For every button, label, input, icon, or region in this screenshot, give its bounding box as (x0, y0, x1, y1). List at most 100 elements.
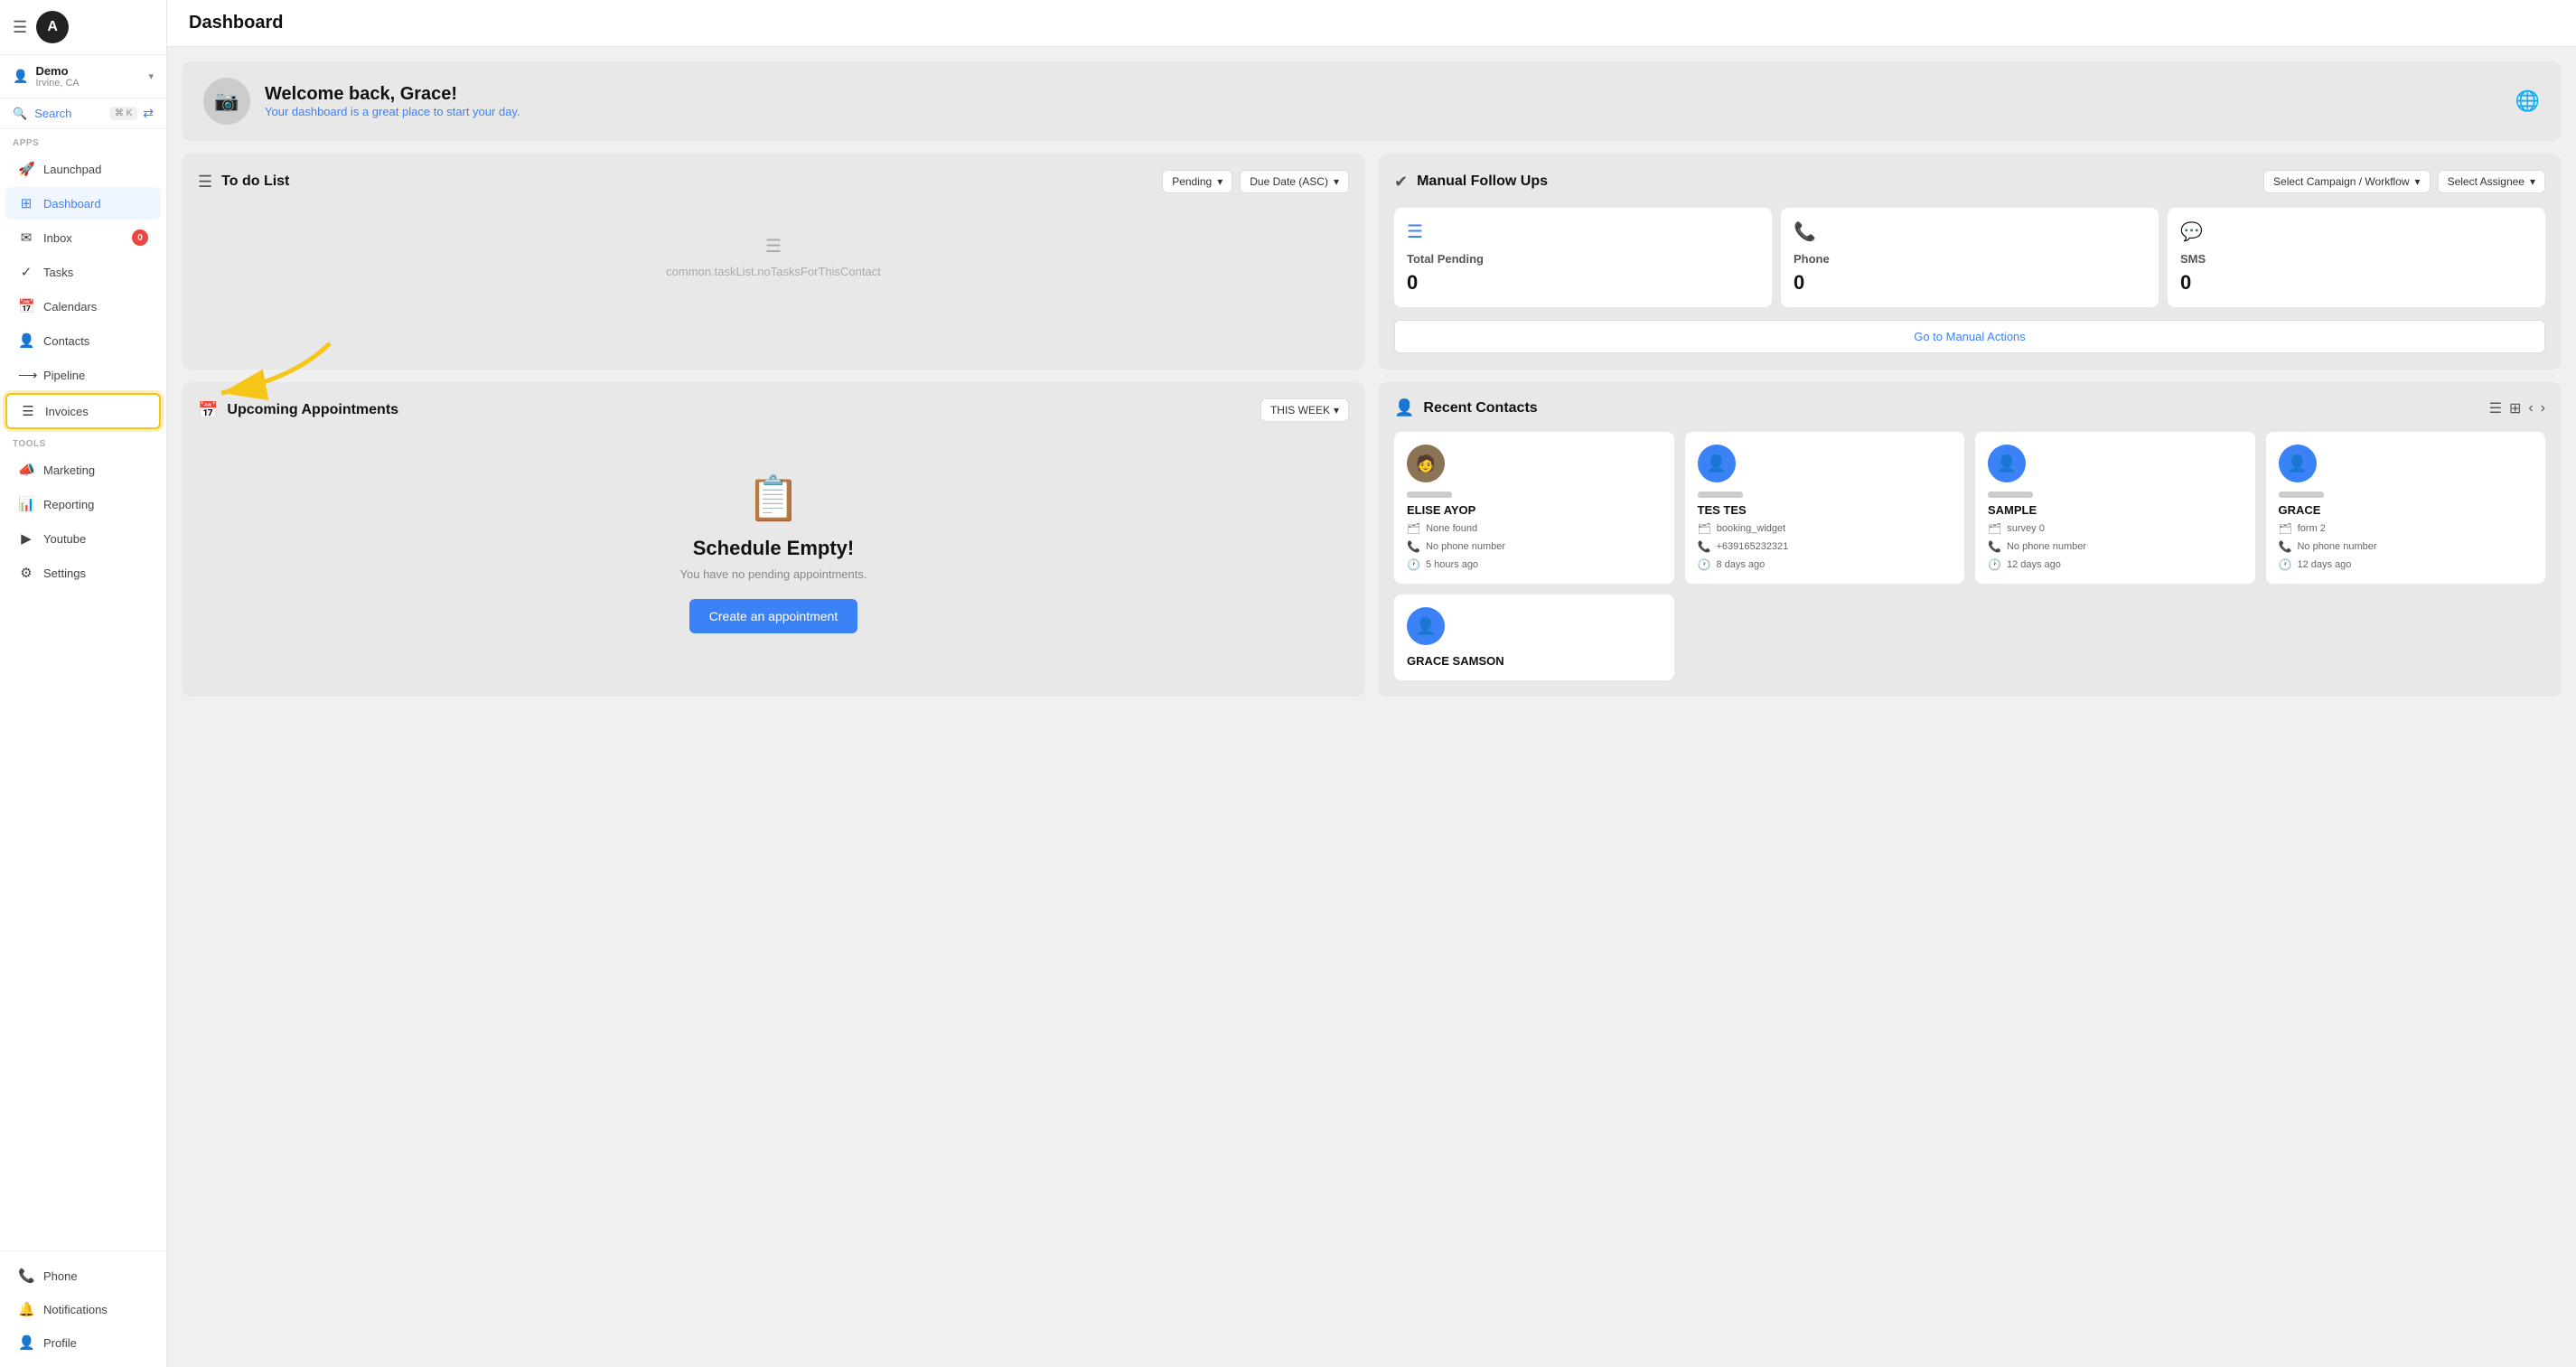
contact-card-grace[interactable]: 👤 GRACE 🗂 form 2 📞 No phone number (2266, 432, 2546, 584)
dashboard-grid: ☰ To do List Pending ▾ Due Date (ASC) ▾ (182, 154, 2562, 697)
phone-icon-sample: 📞 (1988, 540, 2001, 553)
contacts-header-icon: 👤 (1394, 398, 1414, 417)
appointments-empty: 📋 Schedule Empty! You have no pending ap… (198, 436, 1349, 669)
create-appointment-button[interactable]: Create an appointment (689, 599, 857, 633)
sidebar-item-label: Launchpad (43, 163, 101, 176)
account-switcher[interactable]: 👤 Demo Irvine, CA ▾ (0, 55, 166, 98)
sidebar-item-profile[interactable]: 👤 Profile (5, 1326, 161, 1359)
contact-card-tes[interactable]: 👤 TES TES 🗂 booking_widget 📞 +639165 (1685, 432, 1965, 584)
total-pending-label: Total Pending (1407, 252, 1759, 266)
sidebar-item-dashboard[interactable]: ⊞ Dashboard (5, 187, 161, 220)
time-icon-sample: 🕐 (1988, 558, 2001, 571)
sidebar-item-inbox[interactable]: ✉ Inbox 0 (5, 221, 161, 254)
time-icon-elise: 🕐 (1407, 558, 1420, 571)
this-week-filter[interactable]: THIS WEEK ▾ (1260, 398, 1349, 422)
calendar-icon: 📅 (198, 401, 218, 420)
assignee-filter[interactable]: Select Assignee ▾ (2438, 170, 2545, 193)
contacts-icon: 👤 (18, 332, 34, 349)
upcoming-appointments-card: 📅 Upcoming Appointments THIS WEEK ▾ 📋 Sc… (182, 382, 1365, 697)
sidebar-logo: ☰ A (0, 0, 166, 55)
sidebar-item-label: Inbox (43, 231, 72, 245)
contact-avatar-grace: 👤 (2279, 445, 2317, 482)
sidebar-item-calendars[interactable]: 📅 Calendars (5, 290, 161, 323)
tasks-icon: ✓ (18, 264, 34, 280)
sms-stat: 💬 SMS 0 (2168, 208, 2545, 307)
inbox-badge: 0 (132, 229, 148, 246)
contact-card-sample[interactable]: 👤 SAMPLE 🗂 survey 0 📞 No phone numbe (1975, 432, 2255, 584)
phone-icon-grace: 📞 (2279, 540, 2292, 553)
contact-name-elise: ELISE AYOP (1407, 503, 1475, 517)
contact-name-sample: SAMPLE (1988, 503, 2037, 517)
contact-source-grace: 🗂 form 2 (2279, 522, 2326, 535)
contact-name-grace: GRACE (2279, 503, 2321, 517)
mfu-stats: ☰ Total Pending 0 📞 Phone 0 💬 SMS 0 (1394, 208, 2545, 307)
search-bar[interactable]: 🔍 Search ⌘ K ⇄ (0, 98, 166, 129)
next-contacts-icon[interactable]: › (2541, 400, 2545, 417)
contact-card-grace-samson[interactable]: 👤 GRACE SAMSON (1394, 595, 1674, 680)
help-icon[interactable]: 🌐 (2515, 89, 2540, 113)
sidebar-item-invoices[interactable]: ☰ Invoices (5, 393, 161, 429)
account-chevron-icon: ▾ (148, 70, 154, 82)
assignee-label: Select Assignee (2448, 175, 2524, 188)
page-title: Dashboard (189, 13, 283, 33)
menu-icon[interactable]: ☰ (13, 18, 27, 37)
camera-icon: 📷 (214, 89, 239, 113)
avatar-icon-grace-samson: 👤 (1416, 617, 1436, 636)
welcome-banner: 📷 Welcome back, Grace! Your dashboard is… (182, 61, 2562, 141)
campaign-filter[interactable]: Select Campaign / Workflow ▾ (2263, 170, 2431, 193)
sidebar-item-notifications[interactable]: 🔔 Notifications (5, 1293, 161, 1325)
pending-filter[interactable]: Pending ▾ (1162, 170, 1232, 193)
recent-contacts-card: 👤 Recent Contacts ☰ ⊞ ‹ › 🧑 (1378, 382, 2562, 697)
contact-card-elise[interactable]: 🧑 ELISE AYOP 🗂 None found 📞 No phone (1394, 432, 1674, 584)
sidebar-item-label: Phone (43, 1269, 78, 1283)
sidebar-item-youtube[interactable]: ▶ Youtube (5, 522, 161, 555)
sidebar-item-settings[interactable]: ⚙ Settings (5, 557, 161, 589)
sms-stat-value: 0 (2180, 271, 2533, 295)
sidebar-item-label: Settings (43, 566, 86, 580)
contact-phone-tes: 📞 +639165232321 (1698, 540, 1789, 553)
sidebar-item-marketing[interactable]: 📣 Marketing (5, 454, 161, 486)
list-view-icon[interactable]: ☰ (2489, 399, 2502, 417)
sidebar-item-tasks[interactable]: ✓ Tasks (5, 256, 161, 288)
total-pending-icon: ☰ (1407, 220, 1759, 243)
sidebar-item-contacts[interactable]: 👤 Contacts (5, 324, 161, 357)
todo-card: ☰ To do List Pending ▾ Due Date (ASC) ▾ (182, 154, 1365, 370)
pipeline-icon: ⟶ (18, 367, 34, 383)
source-icon-tes: 🗂 (1698, 522, 1711, 535)
manual-actions-button[interactable]: Go to Manual Actions (1394, 320, 2545, 353)
sms-stat-label: SMS (2180, 252, 2533, 266)
todo-title: To do List (221, 173, 289, 190)
marketing-icon: 📣 (18, 462, 34, 478)
empty-list-icon: ☰ (198, 235, 1349, 257)
sidebar-item-label: Pipeline (43, 369, 85, 382)
due-date-filter[interactable]: Due Date (ASC) ▾ (1240, 170, 1349, 193)
contact-phone-grace: 📞 No phone number (2279, 540, 2377, 553)
dashboard-icon: ⊞ (18, 195, 34, 211)
contact-time-grace: 🕐 12 days ago (2279, 558, 2352, 571)
welcome-avatar: 📷 (203, 78, 250, 125)
sidebar-item-phone[interactable]: 📞 Phone (5, 1259, 161, 1292)
source-icon-elise: 🗂 (1407, 522, 1420, 535)
notifications-icon: 🔔 (18, 1301, 34, 1317)
pending-label: Pending (1172, 175, 1212, 188)
source-icon-sample: 🗂 (1988, 522, 2001, 535)
contact-source-tes: 🗂 booking_widget (1698, 522, 1786, 535)
sidebar-item-label: Invoices (45, 405, 89, 418)
search-icon: 🔍 (13, 107, 27, 121)
sidebar-item-launchpad[interactable]: 🚀 Launchpad (5, 153, 161, 185)
sidebar-item-pipeline[interactable]: ⟶ Pipeline (5, 359, 161, 391)
sms-stat-icon: 💬 (2180, 220, 2533, 243)
prev-contacts-icon[interactable]: ‹ (2528, 400, 2533, 417)
calendars-icon: 📅 (18, 298, 34, 314)
dashboard-content: 📷 Welcome back, Grace! Your dashboard is… (167, 47, 2576, 1367)
grid-view-icon[interactable]: ⊞ (2509, 399, 2521, 417)
sidebar-item-reporting[interactable]: 📊 Reporting (5, 488, 161, 520)
reporting-icon: 📊 (18, 496, 34, 512)
assignee-chevron-icon: ▾ (2530, 175, 2535, 188)
appointments-header: 📅 Upcoming Appointments THIS WEEK ▾ (198, 398, 1349, 422)
youtube-icon: ▶ (18, 530, 34, 547)
phone-icon-tes: 📞 (1698, 540, 1711, 553)
sidebar-item-label: Youtube (43, 532, 86, 546)
phone-stat-label: Phone (1794, 252, 2146, 266)
contacts-grid-row2: 👤 GRACE SAMSON (1394, 595, 2545, 680)
